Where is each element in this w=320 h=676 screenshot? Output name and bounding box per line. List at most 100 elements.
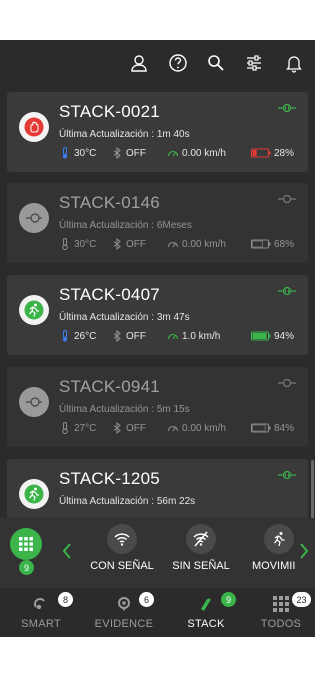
search-icon[interactable] (205, 52, 227, 74)
filter-settings-icon[interactable] (243, 52, 265, 74)
device-name: STACK-0021 (59, 102, 160, 121)
speed-value: 0.00 km/h (182, 238, 226, 250)
bell-icon[interactable] (283, 52, 305, 74)
battery-icon (251, 148, 271, 158)
battery-value: 84% (274, 422, 295, 434)
speedometer-icon (167, 241, 179, 248)
last-update-value: 56m 22s (156, 496, 196, 507)
bluetooth-metric: OFF (111, 330, 146, 342)
device-metrics: 27°C OFF 0.00 km/h 84% (59, 422, 304, 436)
bluetooth-value: OFF (126, 422, 146, 434)
temperature-value: 30°C (74, 147, 97, 159)
battery-icon (251, 423, 271, 433)
filter-label: CON SEÑAL (90, 560, 154, 572)
last-update: Última Actualización : 5m 15s (59, 404, 190, 415)
nav-smart[interactable]: 8 SMART (14, 588, 73, 637)
chevron-left-icon[interactable] (61, 542, 73, 560)
nav-evidence[interactable]: 6 EVIDENCE (92, 588, 156, 637)
last-update-label: Última Actualización : (59, 404, 155, 415)
device-metrics: 30°C OFF 0.00 km/h 28% (59, 147, 304, 161)
thermometer-icon (62, 238, 68, 250)
chevron-right-icon[interactable] (298, 542, 310, 560)
thermometer-icon (62, 147, 68, 159)
bluetooth-icon (113, 330, 121, 342)
running-person-icon (264, 524, 294, 554)
hand-stop-icon (19, 112, 49, 142)
nav-badge: 8 (58, 592, 73, 607)
grid-filter-button[interactable] (10, 528, 42, 560)
bluetooth-metric: OFF (111, 238, 146, 250)
help-icon[interactable] (167, 52, 189, 74)
grid-count-badge: 9 (19, 560, 34, 575)
speed-metric: 0.00 km/h (167, 238, 226, 250)
app-screen: STACK-0021 Última Actualización : 1m 40s… (0, 40, 315, 637)
speed-metric: 0.00 km/h (167, 147, 226, 159)
battery-metric: 84% (251, 422, 294, 434)
plug-icon (19, 203, 49, 233)
battery-fill (252, 424, 266, 432)
speed-value: 0.00 km/h (182, 422, 226, 434)
last-update-value: 3m 47s (156, 312, 190, 323)
bluetooth-icon (113, 238, 121, 250)
device-card[interactable]: STACK-0407 Última Actualización : 3m 47s… (7, 275, 308, 355)
nav-todos[interactable]: 23 TODOS (256, 588, 311, 637)
nav-label: SMART (21, 618, 61, 630)
plug-icon (278, 468, 296, 480)
temperature-metric: 30°C (59, 238, 96, 250)
device-name: STACK-0146 (59, 193, 160, 212)
last-update-value: 6Meses (156, 220, 192, 231)
device-name: STACK-1205 (59, 469, 160, 488)
device-card[interactable]: STACK-0941 Última Actualización : 5m 15s… (7, 367, 308, 447)
plug-icon (278, 101, 296, 113)
battery-fill (252, 150, 257, 156)
last-update: Última Actualización : 3m 47s (59, 312, 190, 323)
temperature-metric: 26°C (59, 330, 96, 342)
grid-icon (19, 537, 33, 551)
top-bar (0, 40, 315, 86)
battery-icon (251, 239, 271, 249)
nav-stack[interactable]: 9 STACK (180, 588, 236, 637)
battery-icon (251, 331, 271, 341)
filter-movimiento[interactable]: MOVIMII (246, 524, 302, 572)
last-update-label: Última Actualización : (59, 129, 155, 140)
plug-icon (278, 192, 296, 204)
bluetooth-value: OFF (126, 147, 146, 159)
last-update-label: Última Actualización : (59, 220, 155, 231)
bluetooth-value: OFF (126, 238, 146, 250)
battery-metric: 28% (251, 147, 294, 159)
nav-badge: 9 (221, 592, 236, 607)
battery-value: 68% (274, 238, 295, 250)
plug-icon (278, 376, 296, 388)
bottom-area: 9 CON SEÑAL SIN SEÑAL MOVIMII 8 SMART 6 … (0, 518, 315, 637)
temperature-value: 30°C (74, 238, 97, 250)
nav-badge: 6 (139, 592, 154, 607)
last-update-value: 1m 40s (156, 129, 190, 140)
device-card[interactable]: STACK-0021 Última Actualización : 1m 40s… (7, 92, 308, 172)
thermometer-icon (62, 422, 68, 434)
device-name: STACK-0941 (59, 377, 160, 396)
bluetooth-icon (113, 422, 121, 434)
filter-label: SIN SEÑAL (172, 560, 230, 572)
nav-badge: 23 (292, 592, 311, 607)
speed-metric: 1.0 km/h (167, 330, 220, 342)
filter-label: MOVIMII (252, 560, 296, 572)
bottom-nav: 8 SMART 6 EVIDENCE 9 STACK 23 TODOS (0, 588, 315, 637)
temperature-value: 26°C (74, 330, 97, 342)
speed-metric: 0.00 km/h (167, 422, 226, 434)
filter-sin-senal[interactable]: SIN SEÑAL (168, 524, 234, 572)
bluetooth-metric: OFF (111, 147, 146, 159)
nav-label: EVIDENCE (94, 618, 154, 630)
temperature-value: 27°C (74, 422, 97, 434)
last-update-label: Última Actualización : (59, 312, 155, 323)
filter-con-senal[interactable]: CON SEÑAL (88, 524, 156, 572)
plug-icon (19, 387, 49, 417)
user-icon[interactable] (128, 52, 150, 74)
speedometer-icon (167, 150, 179, 157)
filter-carousel: 9 CON SEÑAL SIN SEÑAL MOVIMII (0, 518, 315, 588)
running-person-icon (19, 479, 49, 509)
device-metrics: 30°C OFF 0.00 km/h 68% (59, 238, 304, 252)
bluetooth-value: OFF (126, 330, 146, 342)
grid-icon (273, 596, 289, 612)
device-card[interactable]: STACK-0146 Última Actualización : 6Meses… (7, 183, 308, 263)
bluetooth-metric: OFF (111, 422, 146, 434)
